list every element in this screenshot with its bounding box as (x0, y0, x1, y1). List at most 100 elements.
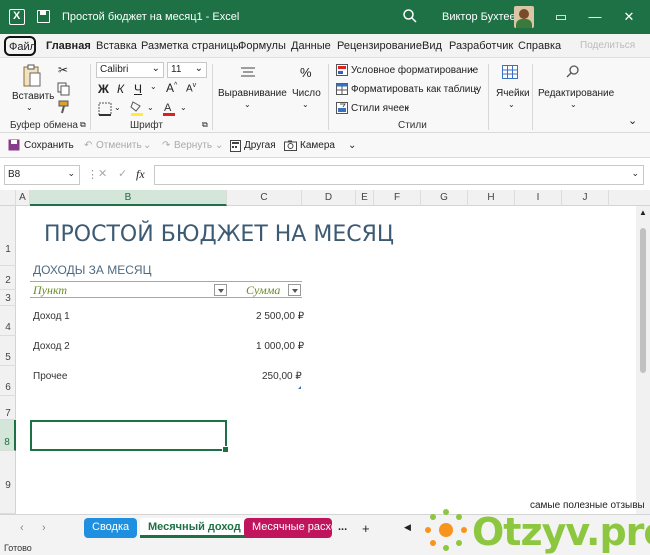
col-header-d[interactable]: D (302, 190, 356, 206)
editing-button[interactable]: Редактирование (538, 88, 614, 99)
table-row-item[interactable]: Прочее (33, 371, 67, 382)
menu-share[interactable]: Поделиться (580, 40, 635, 51)
name-box[interactable]: B8 ⌄ (4, 165, 80, 185)
editing-dropdown-icon[interactable]: ⌄ (570, 100, 577, 109)
row-header-5[interactable]: 5 (0, 336, 16, 366)
fill-dropdown-icon[interactable]: ⌄ (147, 103, 154, 112)
menu-view[interactable]: Вид (422, 40, 442, 52)
font-color-icon[interactable]: A (162, 100, 176, 116)
clipboard-launcher-icon[interactable]: ⧉ (80, 120, 86, 130)
font-name-select[interactable]: Calibri ⌄ (96, 62, 164, 78)
filter-dropdown-icon[interactable] (214, 284, 227, 296)
col-header-g[interactable]: G (421, 190, 468, 206)
font-launcher-icon[interactable]: ⧉ (202, 120, 208, 130)
cells-dropdown-icon[interactable]: ⌄ (508, 100, 515, 109)
next-sheet-icon[interactable]: › (42, 522, 46, 534)
cell-styles-icon[interactable] (336, 102, 348, 114)
selected-cell-b8[interactable] (30, 420, 229, 453)
fill-color-icon[interactable] (130, 100, 144, 116)
cancel-icon[interactable]: ✕ (98, 167, 107, 180)
borders-dropdown-icon[interactable]: ⌄ (114, 103, 121, 112)
col-header-i[interactable]: I (515, 190, 562, 206)
save-icon[interactable] (8, 139, 20, 151)
save-icon[interactable] (37, 10, 50, 23)
qat-redo-button[interactable]: Вернуть (174, 140, 212, 151)
select-all-corner[interactable] (0, 190, 16, 206)
cells-icon[interactable] (502, 65, 518, 79)
menu-data[interactable]: Данные (291, 40, 331, 52)
tab-monthly-expenses[interactable]: Месячные расхо (244, 518, 332, 538)
filter-dropdown-icon[interactable] (288, 284, 301, 296)
row-header-6[interactable]: 6 (0, 366, 16, 396)
tab-scroll-icon[interactable]: ◀ (404, 522, 411, 533)
col-header-j[interactable]: J (562, 190, 609, 206)
undo-icon[interactable]: ↶ (84, 140, 92, 151)
menu-formulas[interactable]: Формулы (238, 40, 286, 52)
col-header-f[interactable]: F (374, 190, 421, 206)
enter-icon[interactable]: ✓ (118, 167, 127, 180)
format-painter-icon[interactable] (57, 100, 71, 114)
sheet-title[interactable]: ПРОСТОЙ БЮДЖЕТ НА МЕСЯЦ (44, 222, 394, 247)
prev-sheet-icon[interactable]: ‹ (20, 522, 24, 534)
tab-monthly-income[interactable]: Месячный доход (140, 518, 249, 538)
col-header-h[interactable]: H (468, 190, 515, 206)
menu-insert[interactable]: Вставка (96, 40, 137, 52)
tab-summary[interactable]: Сводка (84, 518, 138, 538)
menu-help[interactable]: Справка (518, 40, 561, 52)
menu-page-layout[interactable]: Разметка страницы (141, 40, 241, 52)
row-header-2[interactable]: 2 (0, 266, 16, 290)
row-header-8[interactable]: 8 (0, 420, 16, 451)
cell-styles-button[interactable]: Стили ячеек (351, 103, 409, 114)
underline-button[interactable]: Ч (134, 82, 142, 96)
menu-developer[interactable]: Разработчик (449, 40, 513, 52)
format-table-icon[interactable] (336, 83, 348, 95)
vertical-scrollbar[interactable]: ▲ (636, 206, 650, 514)
table-row-item[interactable]: Доход 2 (33, 341, 70, 352)
row-header-4[interactable]: 4 (0, 306, 16, 336)
conditional-format-button[interactable]: Условное форматирование (351, 65, 478, 76)
user-name[interactable]: Виктор Бухтеев (442, 11, 521, 23)
redo-dropdown-icon[interactable]: ⌄ (215, 140, 223, 151)
alignment-icon[interactable] (240, 66, 256, 80)
menu-review[interactable]: Рецензирование (337, 40, 422, 52)
add-sheet-button[interactable]: + (362, 521, 370, 536)
worksheet-grid[interactable]: A B C D E F G H I J 1 2 3 4 5 6 7 8 9 ПР… (0, 190, 650, 514)
table-row-sum[interactable]: 1 000,00 ₽ (256, 341, 304, 352)
editing-search-icon[interactable] (566, 65, 580, 79)
row-header-3[interactable]: 3 (0, 290, 16, 306)
format-table-button[interactable]: Форматировать как таблицу (351, 84, 481, 95)
qat-undo-button[interactable]: Отменить (96, 140, 142, 151)
col-header-c[interactable]: C (227, 190, 302, 206)
col-item-header[interactable]: Пункт (33, 283, 67, 298)
increase-font-icon[interactable]: A^ (166, 81, 177, 95)
col-header-b[interactable]: B (30, 190, 227, 206)
format-table-dropdown-icon[interactable]: ⌄ (473, 83, 480, 92)
cells-button[interactable]: Ячейки (496, 88, 530, 99)
scroll-thumb[interactable] (640, 228, 646, 373)
table-row-sum[interactable]: 2 500,00 ₽ (256, 311, 304, 322)
formula-input[interactable]: ⌄ (154, 165, 644, 185)
scroll-up-icon[interactable]: ▲ (639, 208, 647, 217)
menu-file[interactable]: Файл (4, 36, 36, 56)
calculator-icon[interactable] (230, 140, 241, 152)
cond-format-dropdown-icon[interactable]: ⌄ (469, 64, 476, 73)
cut-icon[interactable]: ✂ (58, 63, 68, 77)
conditional-format-icon[interactable] (336, 64, 348, 76)
alignment-button[interactable]: Выравнивание (218, 88, 287, 99)
insert-function-icon[interactable]: fx (136, 167, 145, 182)
collapse-ribbon-icon[interactable]: ⌄ (628, 114, 637, 127)
undo-dropdown-icon[interactable]: ⌄ (143, 140, 151, 151)
font-color-dropdown-icon[interactable]: ⌄ (180, 103, 187, 112)
number-button[interactable]: Число (292, 88, 321, 99)
customize-qat-icon[interactable]: ⌄ (348, 140, 356, 151)
italic-button[interactable]: К (117, 82, 124, 96)
cell-styles-dropdown-icon[interactable]: ⌄ (404, 102, 411, 111)
col-sum-header[interactable]: Сумма (246, 283, 280, 298)
decrease-font-icon[interactable]: Av (186, 82, 196, 94)
qat-other-button[interactable]: Другая (244, 140, 276, 151)
copy-icon[interactable] (57, 82, 71, 96)
table-resize-handle[interactable] (298, 386, 301, 389)
row-header-1[interactable]: 1 (0, 206, 16, 266)
alignment-dropdown-icon[interactable]: ⌄ (244, 100, 251, 109)
more-tabs-button[interactable]: ... (338, 521, 347, 533)
